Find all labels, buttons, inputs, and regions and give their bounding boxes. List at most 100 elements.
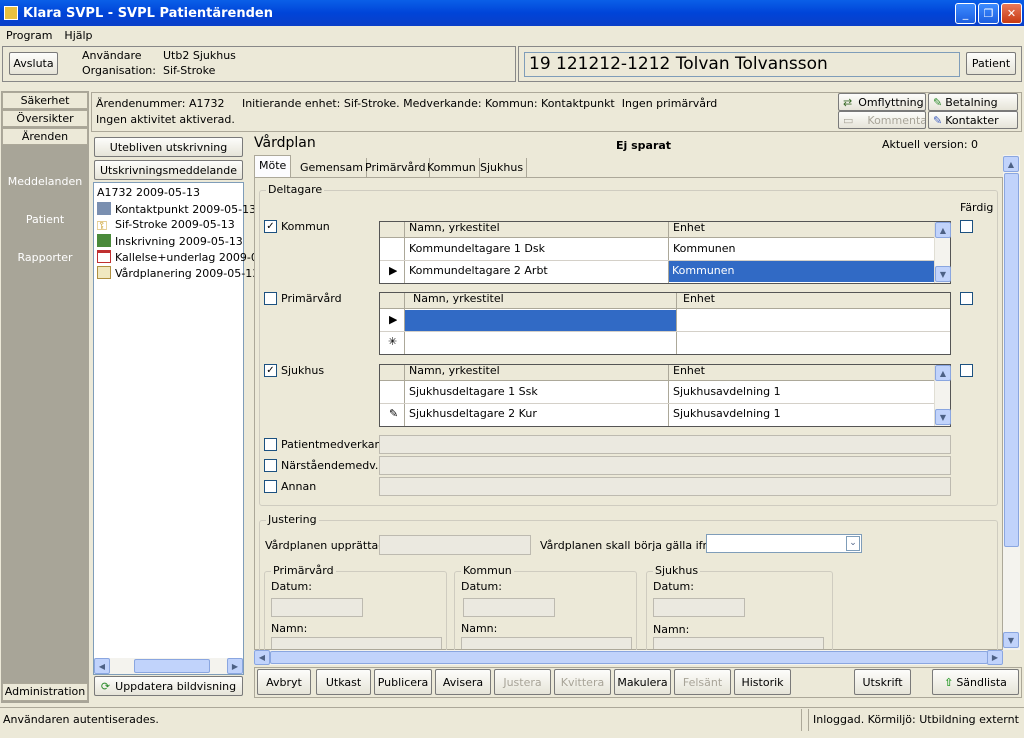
table-row[interactable]: Sjukhusdeltagare 1 Ssk (406, 382, 538, 402)
nav-arenden[interactable]: Ärenden (2, 128, 88, 145)
sjukhus-namn-label: Namn: (653, 623, 690, 636)
avisera-button[interactable]: Avisera (435, 669, 491, 695)
tree-scroll-thumb[interactable] (134, 659, 210, 673)
kommun-namn-field[interactable] (461, 637, 632, 649)
table-row[interactable]: Kommundeltagare 1 Dsk (406, 239, 545, 259)
betalning-button[interactable]: ✎ Betalning (928, 93, 1018, 111)
sandlista-button[interactable]: ⇧ Sändlista (932, 669, 1019, 695)
payment-icon: ✎ (933, 95, 943, 109)
scroll-up-icon[interactable]: ▲ (935, 222, 951, 238)
primarvard-namn-field[interactable] (271, 637, 442, 649)
justera-button[interactable]: Justera (494, 669, 551, 695)
nav-rapporter[interactable]: Rapporter (2, 251, 88, 264)
sjukhus-datum-field[interactable] (653, 598, 745, 617)
main-vscrollbar[interactable]: ▲ ▼ (1003, 155, 1020, 650)
annan-checkbox[interactable] (264, 480, 277, 493)
tree-item-inskrivning[interactable]: Inskrivning 2009-05-13 (97, 234, 243, 248)
tab-gemensam[interactable]: Gemensam (297, 158, 367, 178)
scroll-left-icon[interactable]: ◀ (254, 650, 270, 665)
main-vscroll-thumb[interactable] (1004, 173, 1019, 547)
kontakter-button[interactable]: ✎ Kontakter (928, 111, 1018, 129)
tree-item-sif-stroke[interactable]: ⚿ Sif-Stroke 2009-05-13 (97, 218, 235, 233)
felsant-button[interactable]: Felsänt (674, 669, 731, 695)
tab-kommun[interactable]: Kommun (424, 158, 480, 178)
exit-button[interactable]: Avsluta (9, 52, 58, 75)
kommentar-button[interactable]: ▭ Kommentar (838, 111, 926, 129)
kommun-grid-scrollbar[interactable]: ▲ ▼ (934, 222, 951, 283)
utskrivningsmeddelande-button[interactable]: Utskrivningsmeddelande (94, 160, 243, 180)
table-cell-editing[interactable]: Sjukhusavdelning 1 (670, 404, 781, 424)
table-cell[interactable]: Kommunen (670, 239, 736, 259)
scroll-right-icon[interactable]: ▶ (227, 658, 243, 674)
tree-item-kontaktpunkt[interactable]: Kontaktpunkt 2009-05-13 (97, 202, 256, 216)
narstaendemedv-field[interactable] (379, 456, 951, 475)
patient-button[interactable]: Patient (966, 52, 1016, 75)
utkast-button[interactable]: Utkast (316, 669, 371, 695)
kommun-datum-field[interactable] (463, 598, 555, 617)
main-hscrollbar[interactable]: ◀ ▶ (254, 650, 1003, 665)
narstaendemedv-checkbox[interactable] (264, 459, 277, 472)
uppdatera-bildvisning-button[interactable]: ⟳ Uppdatera bildvisning (94, 676, 243, 696)
restore-icon[interactable]: ❐ (978, 3, 999, 24)
scroll-up-icon[interactable]: ▲ (1003, 156, 1019, 172)
menu-help[interactable]: Hjälp (58, 29, 98, 42)
new-row-selected-cell[interactable] (405, 310, 676, 331)
scroll-down-icon[interactable]: ▼ (1003, 632, 1019, 648)
makulera-button[interactable]: Makulera (614, 669, 671, 695)
sjukhus-namn-field[interactable] (653, 637, 824, 649)
tree-item-case[interactable]: A1732 2009-05-13 (97, 186, 200, 199)
historik-button[interactable]: Historik (734, 669, 791, 695)
patient-id-field: 19 121212-1212 Tolvan Tolvansson (524, 52, 960, 77)
case-info-line1: Ärendenummer: A1732 Initierande enhet: S… (96, 97, 718, 110)
scroll-down-icon[interactable]: ▼ (935, 409, 951, 425)
table-cell-selected[interactable]: Kommunen (669, 261, 934, 282)
scroll-left-icon[interactable]: ◀ (94, 658, 110, 674)
status-left: Användaren autentiserades. (3, 713, 159, 726)
chevron-down-icon[interactable]: ⌄ (846, 536, 860, 551)
nav-patient[interactable]: Patient (2, 213, 88, 226)
kommun-checkbox[interactable]: ✓ (264, 220, 277, 233)
omflyttning-button[interactable]: ⇄ Omflyttning (838, 93, 926, 111)
nav-oversikter[interactable]: Översikter (2, 110, 88, 127)
nav-meddelanden[interactable]: Meddelanden (2, 175, 88, 188)
tab-primarvard[interactable]: Primärvård (362, 158, 430, 178)
annan-field[interactable] (379, 477, 951, 496)
tree-item-kallelse[interactable]: Kallelse+underlag 2009-05 (97, 250, 265, 264)
utebliven-utskrivning-button[interactable]: Utebliven utskrivning (94, 137, 243, 157)
minimize-icon[interactable]: _ (955, 3, 976, 24)
primarvard-checkbox[interactable] (264, 292, 277, 305)
sjukhus-fardig-checkbox[interactable] (960, 364, 973, 377)
scroll-up-icon[interactable]: ▲ (935, 365, 951, 381)
primarvard-col-name: Namn, yrkestitel (413, 292, 504, 305)
sjukhus-datum-label: Datum: (653, 580, 694, 593)
scroll-right-icon[interactable]: ▶ (987, 650, 1003, 665)
justering-sjukhus-title: Sjukhus (653, 564, 701, 577)
upprattad-field[interactable] (379, 535, 531, 555)
kvittera-button[interactable]: Kvittera (554, 669, 611, 695)
tab-sjukhus[interactable]: Sjukhus (477, 158, 528, 178)
primarvard-datum-field[interactable] (271, 598, 363, 617)
tree-item-vardplanering[interactable]: Vårdplanering 2009-05-13 (97, 266, 259, 280)
patientmedverkan-checkbox[interactable] (264, 438, 277, 451)
avbryt-button[interactable]: Avbryt (257, 669, 311, 695)
close-icon[interactable]: ✕ (1001, 3, 1022, 24)
utskrift-button[interactable]: Utskrift (854, 669, 911, 695)
primarvard-fardig-checkbox[interactable] (960, 292, 973, 305)
kommun-fardig-checkbox[interactable] (960, 220, 973, 233)
table-row[interactable]: Sjukhusdeltagare 2 Kur (406, 404, 537, 424)
main-hscroll-thumb[interactable] (270, 651, 988, 664)
tree-hscrollbar[interactable]: ◀ ▶ (94, 658, 243, 674)
galla-date-dropdown[interactable]: ⌄ (706, 534, 862, 553)
table-row[interactable]: Kommundeltagare 2 Arbt (406, 261, 548, 281)
scroll-down-icon[interactable]: ▼ (935, 266, 951, 282)
nav-sakerhet[interactable]: Säkerhet (2, 92, 88, 109)
patientmedverkan-field[interactable] (379, 435, 951, 454)
menu-program[interactable]: Program (0, 29, 58, 42)
nav-administration[interactable]: Administration (2, 683, 88, 701)
sjukhus-grid-scrollbar[interactable]: ▲ ▼ (934, 365, 951, 426)
publicera-button[interactable]: Publicera (374, 669, 432, 695)
table-cell[interactable]: Sjukhusavdelning 1 (670, 382, 781, 402)
tab-mote[interactable]: Möte (254, 155, 292, 178)
sjukhus-checkbox[interactable]: ✓ (264, 364, 277, 377)
contacts-icon: ✎ (933, 113, 943, 127)
